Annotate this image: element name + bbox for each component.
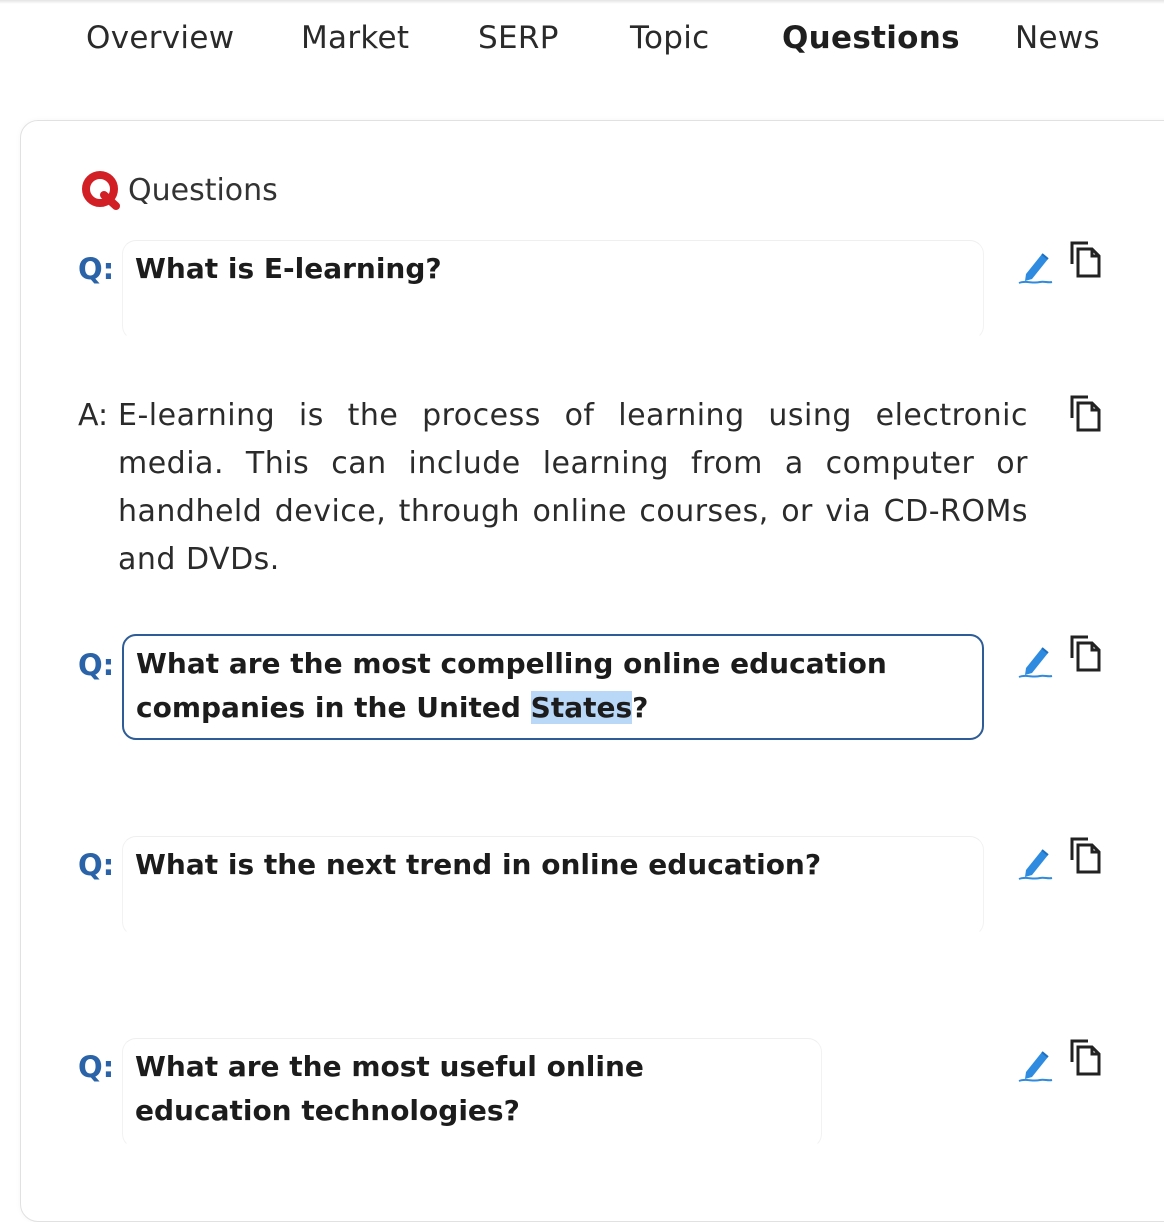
tab-market[interactable]: Market [301,20,409,56]
pencil-edit-icon[interactable] [1016,842,1056,882]
tab-serp[interactable]: SERP [478,20,559,56]
question-input-focused[interactable]: What are the most compelling online educ… [122,634,984,740]
copy-icon[interactable] [1066,240,1106,280]
top-shadow [0,0,1164,4]
answer-label: A: [78,398,109,433]
selected-text: States [530,691,633,724]
copy-icon[interactable] [1066,1038,1106,1078]
question-label: Q: [78,252,115,286]
question-input[interactable]: What is the next trend in online educati… [122,836,984,936]
tab-news[interactable]: News [1015,20,1100,56]
pencil-edit-icon[interactable] [1016,1044,1056,1084]
question-input[interactable]: What is E-learning? [122,240,984,340]
question-text-end: ? [632,691,649,724]
copy-icon[interactable] [1066,394,1106,434]
pencil-edit-icon[interactable] [1016,640,1056,680]
question-text: What are the most compelling online educ… [136,647,887,724]
tab-topic[interactable]: Topic [630,20,709,56]
tab-bar: Overview Market SERP Topic Questions New… [0,20,1164,70]
question-label: Q: [78,648,115,682]
tab-overview[interactable]: Overview [86,20,234,56]
pencil-edit-icon[interactable] [1016,246,1056,286]
question-input[interactable]: What are the most useful online educatio… [122,1038,822,1148]
section-title: Questions [128,172,278,208]
section-header: Questions [80,168,278,212]
questions-logo-icon [82,171,120,210]
question-label: Q: [78,848,115,882]
copy-icon[interactable] [1066,836,1106,876]
copy-icon[interactable] [1066,634,1106,674]
tab-questions[interactable]: Questions [782,20,960,56]
answer-text: E-learning is the process of learning us… [118,398,1028,577]
question-label: Q: [78,1050,115,1084]
